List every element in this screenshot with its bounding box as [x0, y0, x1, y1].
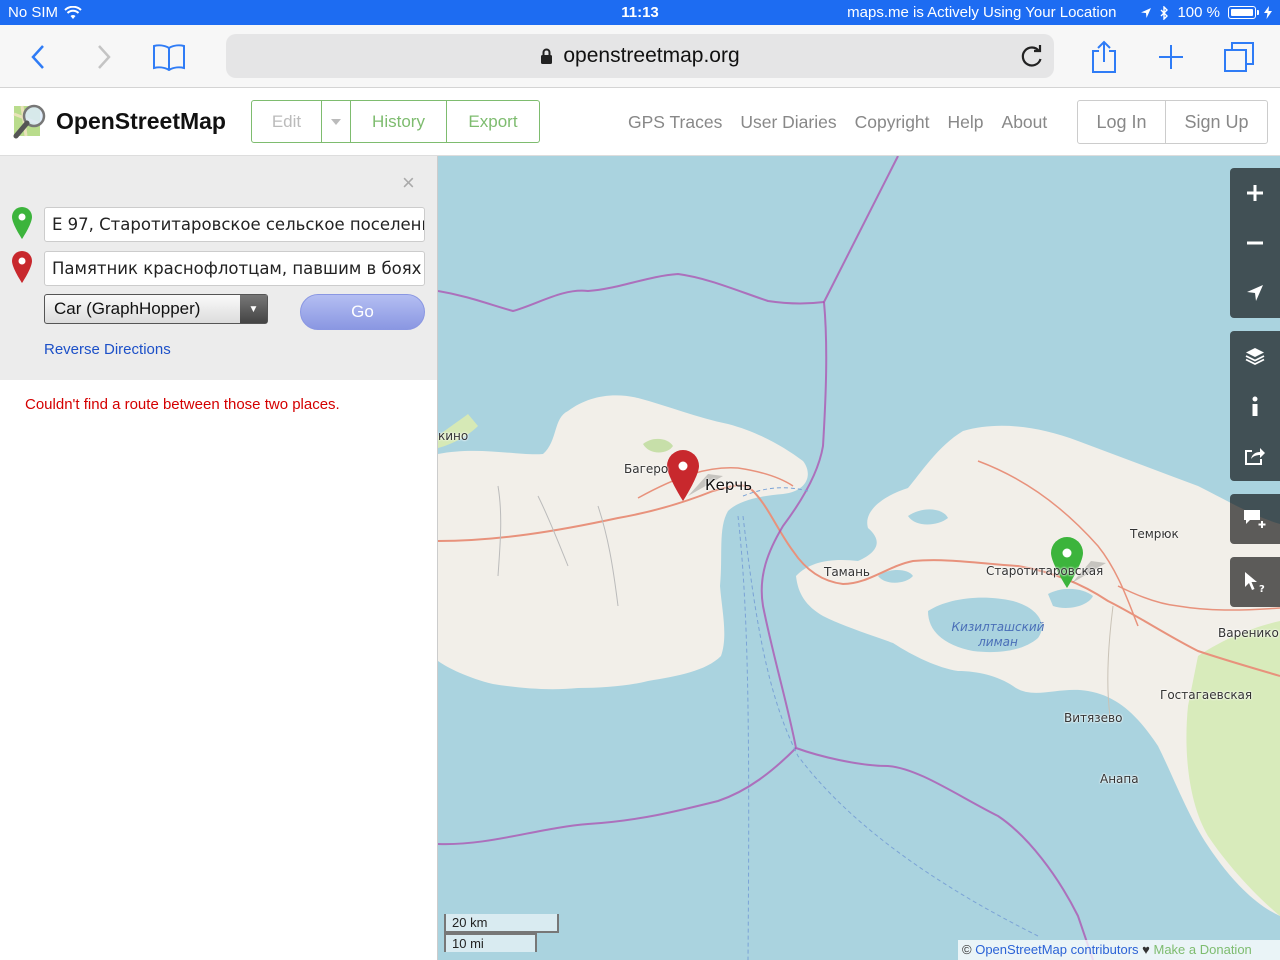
route-to-input[interactable]: Памятник краснофлотцам, павшим в боях за: [44, 251, 425, 286]
tabs-icon: [1224, 42, 1254, 72]
share-icon: [1092, 40, 1116, 73]
osm-magnifier-logo-icon: [13, 104, 46, 139]
map-label-taman: Тамань: [824, 565, 871, 579]
share-button[interactable]: [1084, 37, 1124, 77]
map-label-vityazevo: Витязево: [1064, 711, 1123, 725]
login-button[interactable]: Log In: [1078, 101, 1166, 143]
routing-engine-select[interactable]: Car (GraphHopper) ▼: [44, 294, 268, 324]
scale-mi: 10 mi: [444, 933, 537, 952]
copyright-symbol: ©: [962, 942, 972, 957]
auth-button-group: Log In Sign Up: [1077, 100, 1268, 144]
battery-icon: [1228, 6, 1259, 19]
select-arrow-icon: ▼: [240, 295, 267, 323]
donation-link[interactable]: Make a Donation: [1154, 942, 1252, 957]
lock-icon: [541, 48, 553, 64]
end-marker-icon: [12, 251, 32, 283]
reverse-directions-link[interactable]: Reverse Directions: [44, 341, 171, 358]
routing-engine-value: Car (GraphHopper): [54, 299, 201, 318]
zoom-controls: [1230, 168, 1280, 318]
history-button[interactable]: History: [351, 101, 447, 142]
map-label-kerch: Керчь: [705, 476, 753, 494]
map-tools-controls: [1230, 331, 1280, 481]
edit-button-group: Edit History Export: [251, 100, 540, 143]
svg-text:?: ?: [1259, 584, 1265, 593]
nav-about[interactable]: About: [1002, 112, 1048, 133]
add-note-button[interactable]: [1230, 494, 1280, 544]
add-note-icon: [1244, 510, 1266, 528]
new-tab-button[interactable]: [1151, 37, 1191, 77]
map-key-button[interactable]: [1230, 381, 1280, 431]
layers-icon: [1245, 348, 1265, 366]
map-label-bagerovo: Багеро: [624, 462, 669, 476]
info-icon: [1252, 396, 1258, 416]
map-tiles: [438, 156, 1280, 960]
site-name: OpenStreetMap: [56, 107, 226, 134]
map-label-kiziltash-liman: Кизилташский лиман: [951, 620, 1045, 649]
share-map-button[interactable]: [1230, 431, 1280, 481]
map-attribution: © OpenStreetMap contributors ♥ Make a Do…: [958, 940, 1280, 960]
osm-contributors-link[interactable]: OpenStreetMap contributors: [975, 942, 1138, 957]
start-marker-icon: [12, 207, 32, 239]
map-label-anapa: Анапа: [1100, 772, 1139, 786]
nav-gps-traces[interactable]: GPS Traces: [628, 112, 722, 133]
plus-icon: [1247, 185, 1263, 201]
primary-nav: GPS Traces User Diaries Copyright Help A…: [628, 112, 1047, 133]
site-logo[interactable]: OpenStreetMap: [12, 102, 226, 140]
location-arrow-icon: [1247, 285, 1263, 301]
url-text: openstreetmap.org: [563, 44, 740, 67]
zoom-in-button[interactable]: [1230, 168, 1280, 218]
query-controls: ?: [1230, 557, 1280, 607]
locate-button[interactable]: [1230, 268, 1280, 318]
chevron-left-icon: [31, 45, 44, 69]
directions-panel: × E 97, Старотитаровское сельское поселе…: [0, 156, 437, 380]
address-bar[interactable]: openstreetmap.org: [226, 34, 1054, 78]
sidebar: × E 97, Старотитаровское сельское поселе…: [0, 156, 438, 960]
edit-dropdown-toggle[interactable]: [322, 101, 351, 142]
caret-down-icon: [331, 118, 341, 125]
map-label-kino: кино: [438, 429, 469, 443]
location-notice: maps.me is Actively Using Your Location: [847, 4, 1117, 21]
map-view[interactable]: кино Багеро Керчь Тамань Старотитаровска…: [438, 156, 1280, 960]
status-bar: No SIM 11:13 maps.me is Actively Using Y…: [0, 0, 1280, 25]
query-features-button[interactable]: ?: [1230, 557, 1280, 607]
note-controls: [1230, 494, 1280, 544]
bookmarks-button[interactable]: [149, 37, 189, 77]
reload-icon: [1021, 45, 1042, 67]
go-button[interactable]: Go: [300, 294, 425, 330]
browser-toolbar: openstreetmap.org: [0, 25, 1280, 88]
back-button[interactable]: [18, 37, 58, 77]
edit-button[interactable]: Edit: [252, 101, 322, 142]
map-label-varenikovskaya: Варенико: [1218, 626, 1279, 640]
nav-help[interactable]: Help: [948, 112, 984, 133]
nav-user-diaries[interactable]: User Diaries: [740, 112, 836, 133]
route-from-input[interactable]: E 97, Старотитаровское сельское поселени…: [44, 207, 425, 242]
site-header: OpenStreetMap Edit History Export GPS Tr…: [0, 88, 1280, 156]
location-arrow-icon: [1141, 7, 1152, 18]
plus-icon: [1159, 45, 1183, 69]
forward-button[interactable]: [84, 37, 124, 77]
bluetooth-icon: [1160, 5, 1169, 20]
minus-icon: [1247, 241, 1263, 245]
reload-button[interactable]: [1018, 42, 1046, 70]
query-cursor-icon: ?: [1245, 572, 1265, 593]
map-scale: 20 km 10 mi: [444, 914, 559, 952]
charging-icon: [1264, 6, 1272, 19]
nav-copyright[interactable]: Copyright: [855, 112, 930, 133]
tabs-button[interactable]: [1219, 37, 1259, 77]
close-directions-button[interactable]: ×: [402, 170, 415, 196]
layers-button[interactable]: [1230, 331, 1280, 381]
signup-button[interactable]: Sign Up: [1166, 101, 1267, 143]
map-label-starotitarovskaya: Старотитаровская: [986, 564, 1104, 578]
share-icon: [1245, 448, 1265, 465]
battery-percent: 100 %: [1177, 4, 1220, 21]
scale-km: 20 km: [444, 914, 559, 933]
chevron-right-icon: [98, 45, 111, 69]
book-icon: [153, 44, 185, 71]
map-label-gostagaevskaya: Гостагаевская: [1160, 688, 1253, 702]
map-label-temryuk: Темрюк: [1130, 527, 1179, 541]
zoom-out-button[interactable]: [1230, 218, 1280, 268]
export-button[interactable]: Export: [447, 101, 539, 142]
route-error-message: Couldn't find a route between those two …: [25, 396, 340, 413]
heart-icon: ♥: [1142, 942, 1150, 957]
